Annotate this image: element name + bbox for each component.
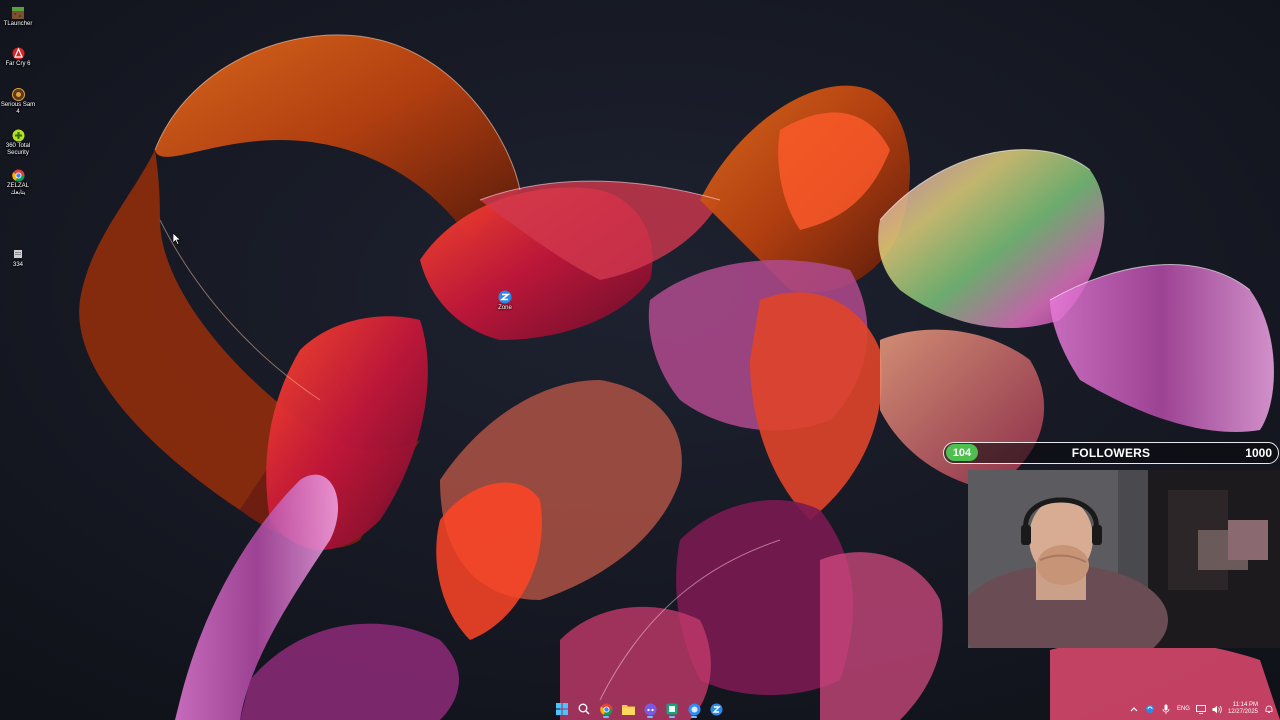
file-explorer-icon[interactable]	[619, 700, 637, 718]
volume-icon[interactable]	[1212, 704, 1222, 714]
file-icon	[11, 247, 25, 261]
desktop-icon-far-cry-6[interactable]: Far Cry 6	[0, 46, 36, 68]
shield-plus-icon	[11, 128, 25, 142]
clock-time: 11:14 PM	[1232, 702, 1258, 708]
chrome-icon[interactable]	[597, 700, 615, 718]
clock[interactable]: 11:14 PM 12/27/2025	[1228, 702, 1258, 716]
followers-title: FOLLOWERS	[1071, 446, 1151, 460]
clock-date: 12/27/2025	[1227, 709, 1258, 715]
desktop-icon-serious-sam-4[interactable]: Serious Sam 4	[0, 87, 36, 116]
webcam-overlay	[968, 470, 1280, 648]
chevron-up-icon[interactable]	[1129, 704, 1139, 714]
webcam-feed	[968, 470, 1280, 648]
store-icon[interactable]	[663, 700, 681, 718]
monitor-icon[interactable]	[1196, 704, 1206, 714]
taskbar: ENG 11:14 PM 12/27/2025	[0, 698, 1280, 720]
minecraft-grass-icon	[11, 6, 25, 20]
notification-bell-icon[interactable]	[1264, 704, 1274, 714]
browser-icon[interactable]	[685, 700, 703, 718]
desktop-icon-zone[interactable]: Zone	[487, 290, 523, 312]
desktop-icon-334[interactable]: 334	[0, 247, 36, 269]
desktop-icon-360-total-security[interactable]: 360 Total Security	[0, 128, 36, 157]
search-icon[interactable]	[575, 700, 593, 718]
zone-icon	[498, 290, 512, 304]
taskbar-apps	[553, 698, 725, 720]
mouse-cursor-icon	[173, 233, 181, 245]
microphone-icon[interactable]	[1161, 704, 1171, 714]
zone-icon[interactable]	[707, 700, 725, 718]
windows-start-icon[interactable]	[553, 700, 571, 718]
serious-sam-icon	[11, 87, 25, 101]
sync-icon[interactable]	[1145, 704, 1155, 714]
desktop[interactable]: TLauncher Far Cry 6 Serious Sam 4 360 To…	[0, 0, 1280, 720]
followers-goal-widget: 104 FOLLOWERS 1000	[943, 442, 1279, 464]
far-cry-icon	[11, 46, 25, 60]
discord-icon[interactable]	[641, 700, 659, 718]
desktop-icon-zelzal[interactable]: ZELZAL يتابعك	[0, 168, 36, 197]
chrome-icon	[11, 168, 25, 182]
desktop-icon-tlauncher[interactable]: TLauncher	[0, 6, 36, 28]
system-tray: ENG 11:14 PM 12/27/2025	[1129, 698, 1274, 720]
language-indicator[interactable]: ENG	[1177, 706, 1190, 712]
followers-goal-count: 1000	[1245, 446, 1272, 460]
